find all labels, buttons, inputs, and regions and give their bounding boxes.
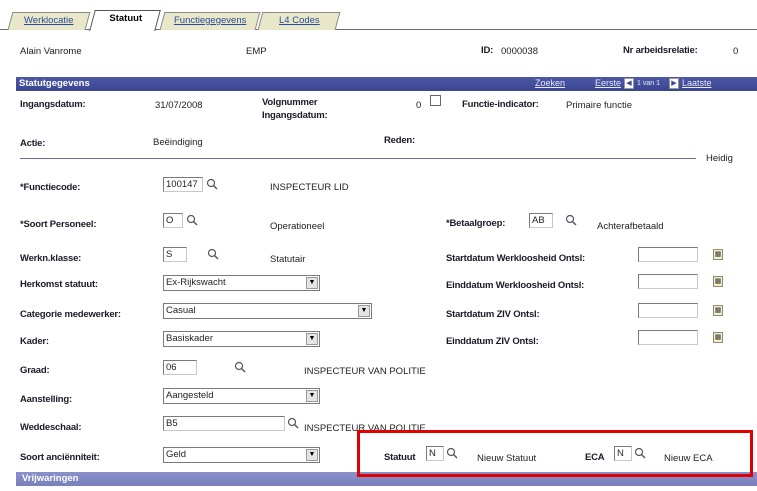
einddatum-werkloosheid-input[interactable] <box>638 274 698 289</box>
chevron-down-icon: ▼ <box>306 449 318 461</box>
kader-value: Basiskader <box>166 333 213 344</box>
prev-icon[interactable]: ◀ <box>624 78 634 89</box>
calendar-icon[interactable]: ▦ <box>713 332 723 343</box>
soort-personeel-lookup-icon[interactable] <box>186 214 198 226</box>
werkn-klasse-input[interactable]: S <box>163 247 187 262</box>
chevron-down-icon: ▼ <box>358 305 370 317</box>
tab-statuut[interactable]: Statuut <box>89 10 161 31</box>
tab-werklocatie[interactable]: Werklocatie <box>7 12 91 30</box>
tab-functiegegevens[interactable]: Functiegegevens <box>159 12 261 30</box>
herkomst-select[interactable]: Ex-Rijkswacht ▼ <box>163 275 320 291</box>
aanstelling-label: Aanstelling: <box>20 394 72 405</box>
kader-label: Kader: <box>20 336 49 347</box>
graad-label: Graad: <box>20 365 50 376</box>
soort-personeel-label: *Soort Personeel: <box>20 219 97 230</box>
einddatum-ziv-label: Einddatum ZIV Ontsl: <box>446 336 539 347</box>
betaalgroep-desc: Achterafbetaald <box>597 221 664 232</box>
werkn-klasse-desc: Statutair <box>270 254 306 265</box>
chevron-down-icon: ▼ <box>306 277 318 289</box>
calendar-icon[interactable]: ▦ <box>713 276 723 287</box>
betaalgroep-input[interactable]: AB <box>529 213 553 228</box>
betaalgroep-lookup-icon[interactable] <box>565 214 577 226</box>
id-label: ID: <box>481 45 494 56</box>
chevron-down-icon: ▼ <box>306 333 318 345</box>
volgnummer-value: 0 <box>416 100 422 111</box>
startdatum-ziv-label: Startdatum ZIV Ontsl: <box>446 309 540 320</box>
startdatum-ziv-input[interactable] <box>638 303 698 318</box>
heidig-label: Heidig <box>706 153 733 164</box>
categorie-label: Categorie medewerker: <box>20 309 121 320</box>
volgnummer-label: Volgnummer Ingangsdatum: <box>262 97 328 121</box>
soort-personeel-input[interactable]: O <box>163 213 183 228</box>
id-value: 0000038 <box>501 46 538 57</box>
last-link[interactable]: Laatste <box>682 78 712 88</box>
categorie-select[interactable]: Casual ▼ <box>163 303 372 319</box>
vrijwaringen-title: Vrijwaringen <box>22 473 79 484</box>
einddatum-ziv-input[interactable] <box>638 330 698 345</box>
functiecode-label: *Functiecode: <box>20 182 81 193</box>
search-link[interactable]: Zoeken <box>535 78 565 88</box>
betaalgroep-label: *Betaalgroep: <box>446 218 506 229</box>
functie-indicator-value: Primaire functie <box>566 100 632 111</box>
actie-label: Actie: <box>20 138 46 149</box>
einddatum-werkloosheid-label: Einddatum Werkloosheid Ontsl: <box>446 280 585 291</box>
calendar-icon[interactable]: ▦ <box>713 305 723 316</box>
section-title: Statutgegevens <box>19 78 90 89</box>
werkn-klasse-lookup-icon[interactable] <box>207 248 219 260</box>
relation-label: Nr arbeidsrelatie: <box>623 45 698 56</box>
ingangsdatum-value: 31/07/2008 <box>155 100 203 111</box>
soort-anciennitei-label: Soort anciënniteit: <box>20 452 100 463</box>
actie-value: Beëindiging <box>153 137 203 148</box>
tab-bar: Werklocatie Statuut Functiegegevens L4 C… <box>0 0 757 31</box>
highlight-box <box>357 430 753 477</box>
next-icon[interactable]: ▶ <box>669 78 679 89</box>
graad-input[interactable]: 06 <box>163 360 197 375</box>
employee-name: Alain Vanrome <box>20 46 82 57</box>
weddeschaal-lookup-icon[interactable] <box>287 417 299 429</box>
volgnummer-checkbox[interactable] <box>430 95 441 106</box>
startdatum-werkloosheid-label: Startdatum Werkloosheid Ontsl: <box>446 253 585 264</box>
startdatum-werkloosheid-input[interactable] <box>638 247 698 262</box>
functiecode-desc: INSPECTEUR LID <box>270 182 349 193</box>
section-header: Statutgegevens Zoeken Eerste ◀ 1 van 1 ▶… <box>16 77 757 91</box>
reden-label: Reden: <box>384 135 415 146</box>
aanstelling-select[interactable]: Aangesteld ▼ <box>163 388 320 404</box>
soort-anciennitei-value: Geld <box>166 449 187 460</box>
herkomst-value: Ex-Rijkswacht <box>166 277 226 288</box>
weddeschaal-label: Weddeschaal: <box>20 422 82 433</box>
functie-indicator-label: Functie-indicator: <box>462 99 539 110</box>
tab-l4-codes[interactable]: L4 Codes <box>257 12 341 30</box>
divider <box>20 158 696 159</box>
weddeschaal-input[interactable]: B5 <box>163 416 285 431</box>
kader-select[interactable]: Basiskader ▼ <box>163 331 320 347</box>
soort-anciennitei-select[interactable]: Geld ▼ <box>163 447 320 463</box>
chevron-down-icon: ▼ <box>306 390 318 402</box>
first-link[interactable]: Eerste <box>595 78 621 88</box>
employee-type: EMP <box>246 46 267 57</box>
ingangsdatum-label: Ingangsdatum: <box>20 99 86 110</box>
relation-value: 0 <box>733 46 739 57</box>
herkomst-label: Herkomst statuut: <box>20 279 98 290</box>
graad-desc: INSPECTEUR VAN POLITIE <box>304 366 426 377</box>
werkn-klasse-label: Werkn.klasse: <box>20 253 82 264</box>
aanstelling-value: Aangesteld <box>166 390 214 401</box>
categorie-value: Casual <box>166 305 196 316</box>
range-text: 1 van 1 <box>637 80 660 87</box>
calendar-icon[interactable]: ▦ <box>713 249 723 260</box>
soort-personeel-desc: Operationeel <box>270 221 325 232</box>
functiecode-lookup-icon[interactable] <box>206 178 218 190</box>
functiecode-input[interactable]: 100147 <box>163 177 203 192</box>
graad-lookup-icon[interactable] <box>234 361 246 373</box>
